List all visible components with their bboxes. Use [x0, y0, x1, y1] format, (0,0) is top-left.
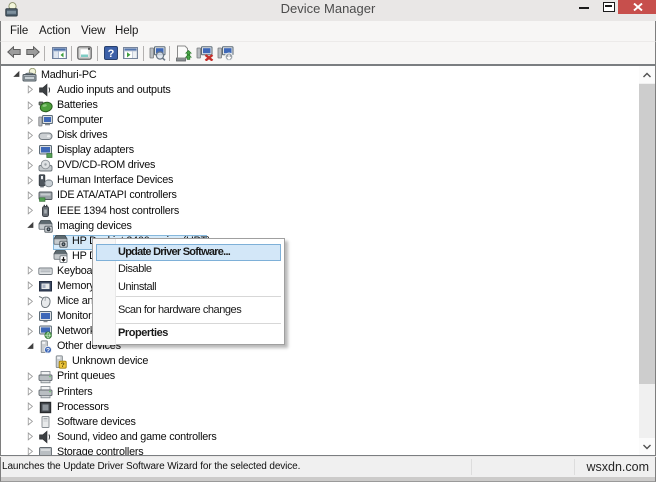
svg-text:?: ? — [61, 362, 65, 369]
svg-text:?: ? — [108, 48, 115, 60]
svg-text:?: ? — [46, 347, 50, 354]
